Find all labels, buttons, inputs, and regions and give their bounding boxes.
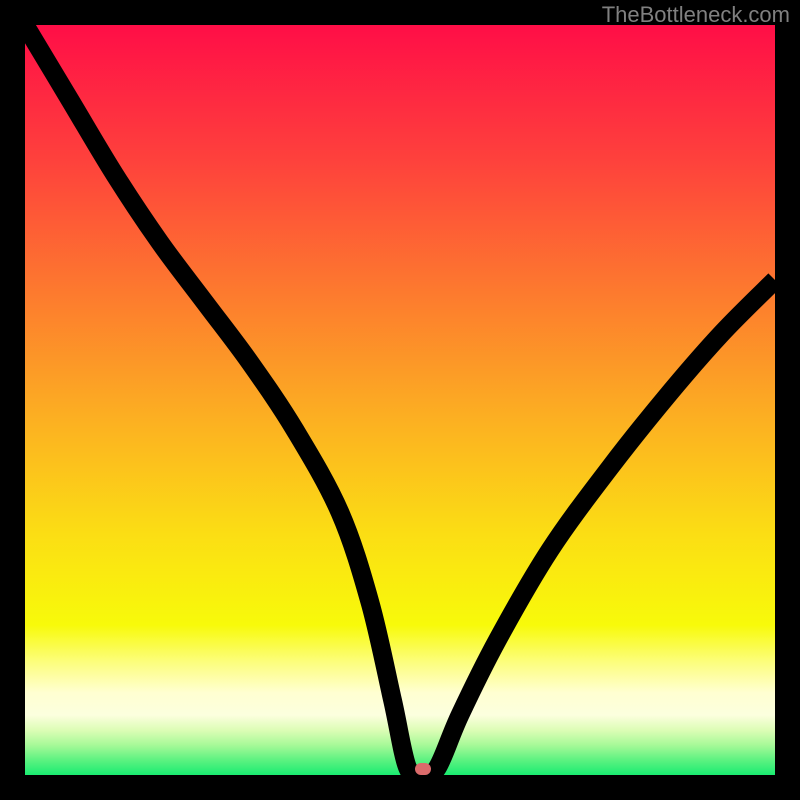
chart-container: TheBottleneck.com bbox=[0, 0, 800, 800]
plot-area bbox=[25, 25, 775, 775]
attribution-text: TheBottleneck.com bbox=[602, 2, 790, 28]
optimum-marker bbox=[415, 763, 431, 775]
bottleneck-curve bbox=[25, 25, 775, 775]
